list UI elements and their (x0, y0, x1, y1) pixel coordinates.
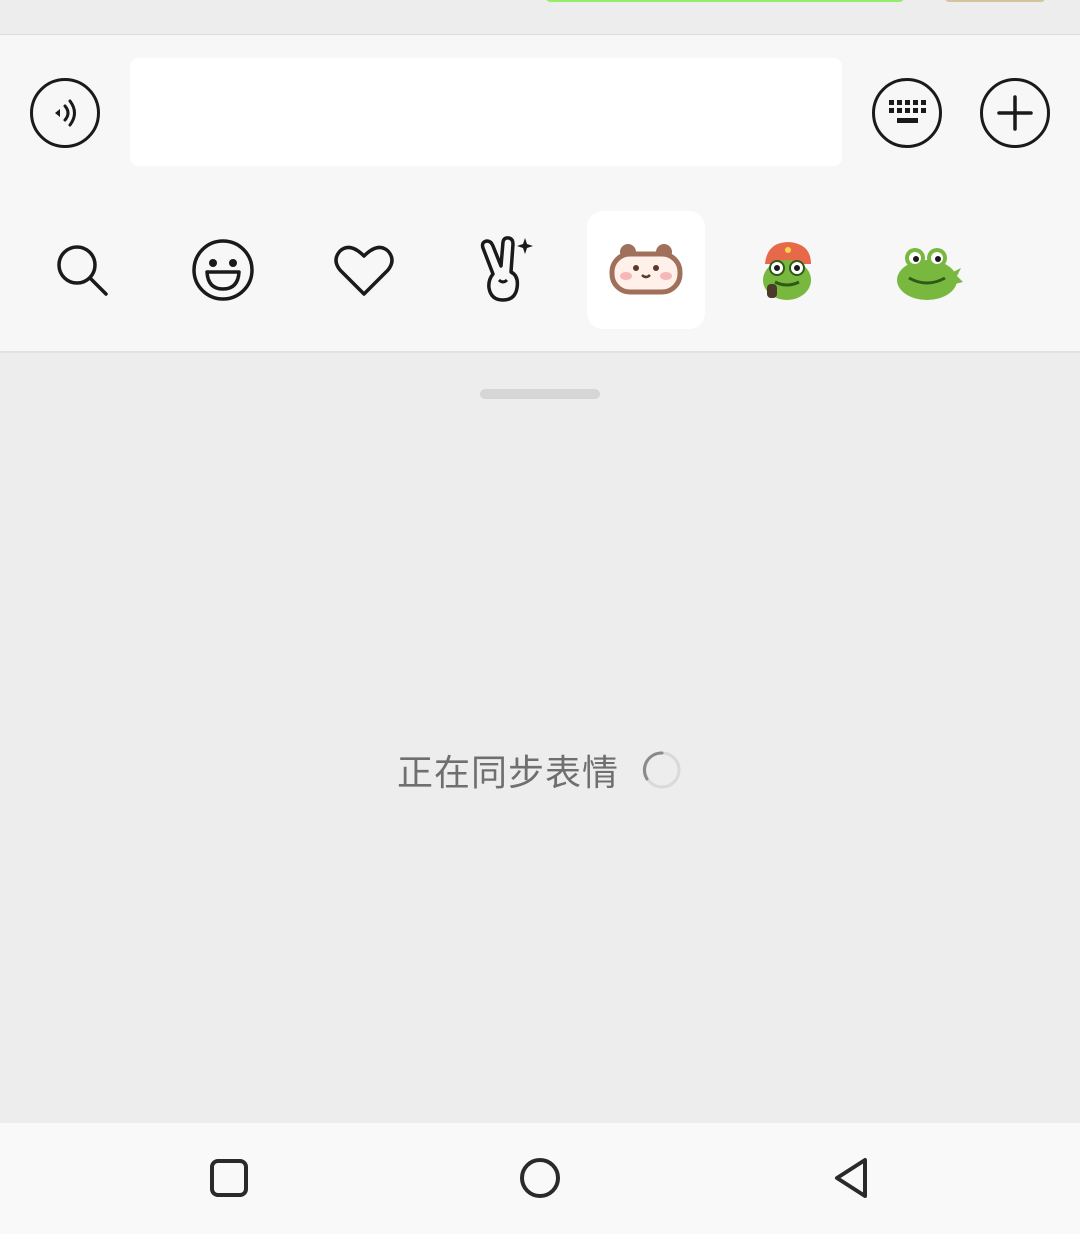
triangle-back-icon (835, 1158, 867, 1198)
square-icon (210, 1159, 248, 1197)
sticker-tab-bar (0, 195, 1080, 353)
tab-favorites[interactable] (305, 211, 423, 329)
input-bar (0, 35, 1080, 195)
spinner-icon (642, 751, 681, 789)
circle-icon (520, 1158, 560, 1198)
keyboard-button[interactable] (872, 78, 942, 148)
message-input[interactable] (130, 58, 842, 166)
frog-sticker-icon (897, 248, 963, 300)
system-nav-bar (0, 1123, 1080, 1234)
heart-icon (334, 245, 394, 296)
voice-button[interactable] (30, 78, 100, 148)
tab-search[interactable] (23, 211, 141, 329)
tab-frog-stickers[interactable] (868, 211, 986, 329)
tab-bear-stickers[interactable] (587, 211, 705, 329)
tab-gestures[interactable] (446, 211, 564, 329)
frog-hat-sticker-icon (763, 242, 811, 300)
smiley-icon (192, 239, 254, 301)
home-button[interactable] (515, 1153, 565, 1203)
back-button[interactable] (826, 1153, 876, 1203)
sticker-panel: 正在同步表情 (0, 353, 1080, 1123)
chat-messages-edge (0, 0, 1080, 35)
plus-icon (997, 95, 1033, 131)
sync-status: 正在同步表情 (0, 745, 1080, 795)
tab-frog-hat-stickers[interactable] (728, 211, 846, 329)
more-button[interactable] (980, 78, 1050, 148)
sync-status-text: 正在同步表情 (396, 753, 619, 794)
victory-hand-icon (480, 236, 533, 302)
bear-sticker-icon (609, 244, 683, 295)
tab-emoji[interactable] (164, 211, 282, 329)
message-bubble-edge[interactable] (545, 0, 905, 2)
voice-icon (55, 99, 76, 127)
avatar[interactable] (945, 0, 1045, 2)
drag-handle[interactable] (480, 389, 600, 399)
keyboard-icon (889, 100, 926, 123)
recent-apps-button[interactable] (204, 1153, 254, 1203)
search-icon (57, 245, 108, 296)
chat-screen: 正在同步表情 (0, 0, 1080, 1234)
